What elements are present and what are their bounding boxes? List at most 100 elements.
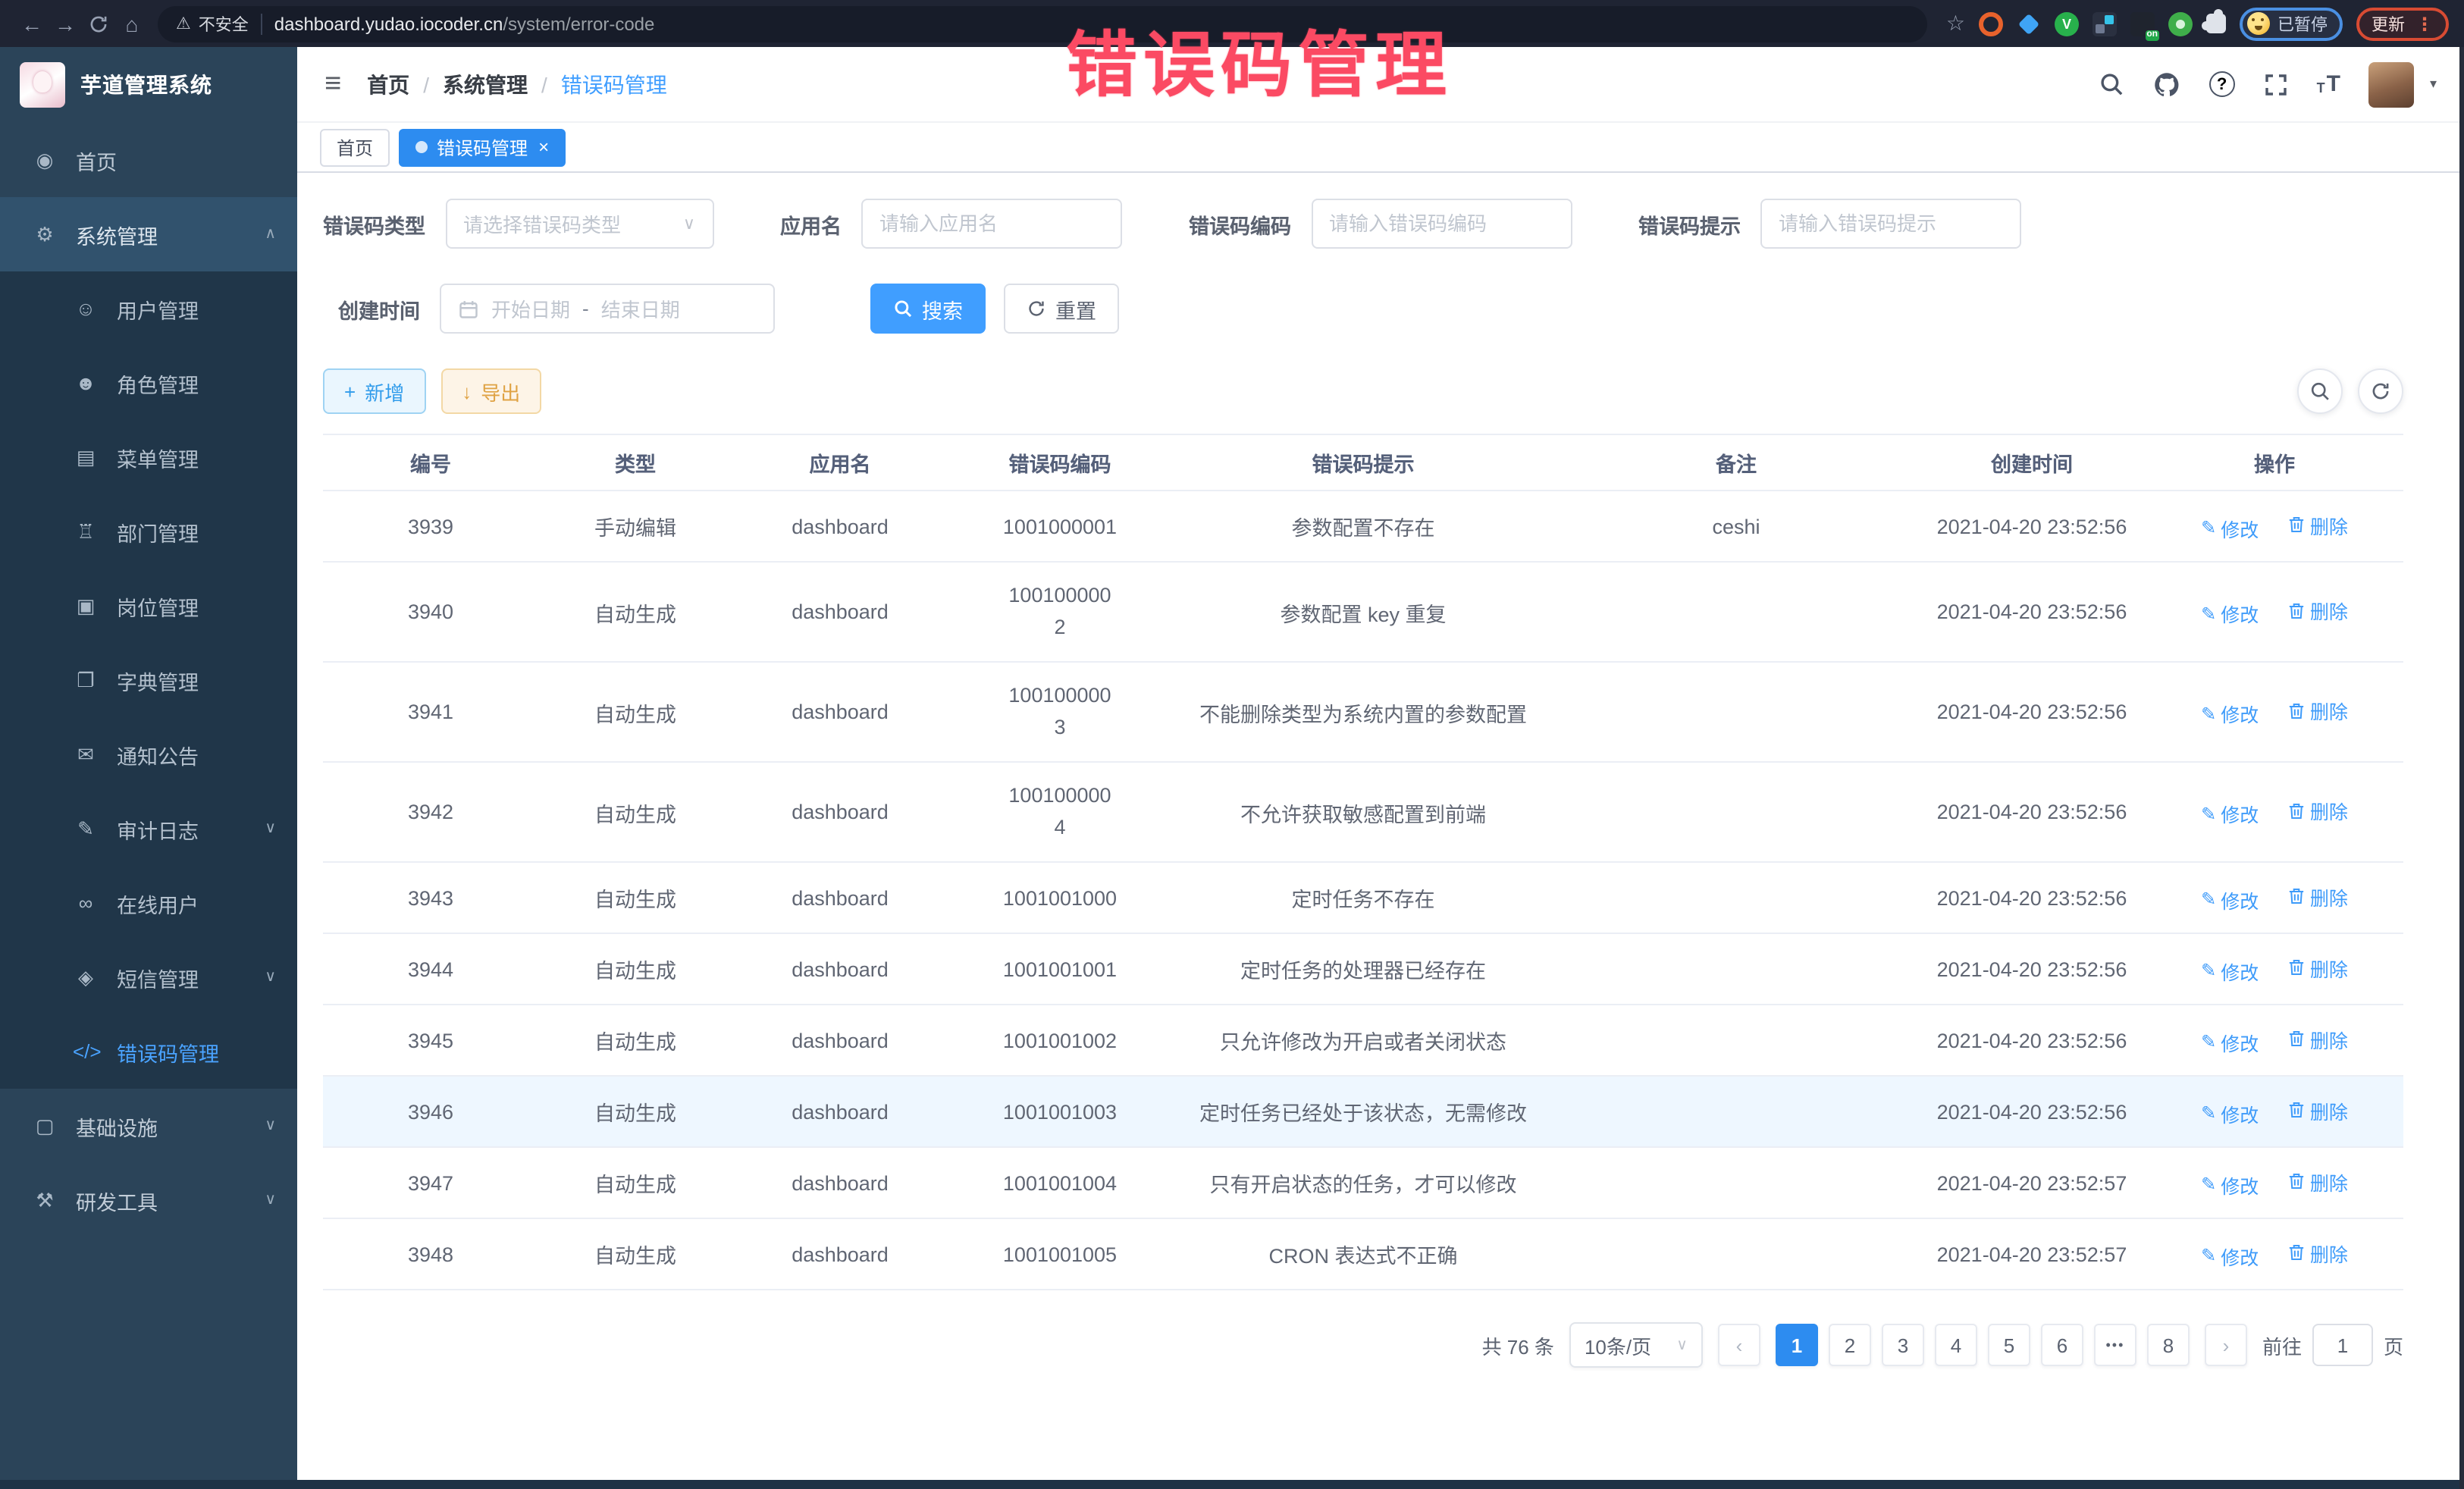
page-size-select[interactable]: 10条/页 ∨	[1569, 1322, 1703, 1368]
address-bar[interactable]: ⚠ 不安全 dashboard.yudao.iocoder.cn/system/…	[158, 5, 1928, 42]
delete-link[interactable]: 删除	[2289, 882, 2348, 911]
error-type-select[interactable]: 请选择错误码类型 ∨	[445, 199, 713, 249]
sidebar-item[interactable]: ✉ 通知公告	[0, 717, 297, 792]
export-button[interactable]: ↓ 导出	[440, 368, 541, 414]
delete-link[interactable]: 删除	[2289, 1096, 2348, 1124]
table-row: 3945 自动生成 dashboard 1001001002 只允许修改为开启或…	[323, 1005, 2403, 1076]
edit-link[interactable]: ✎修改	[2201, 885, 2259, 914]
page-button[interactable]: 3	[1882, 1324, 1924, 1366]
sidebar-item[interactable]: ⚒ 研发工具 ∨	[0, 1163, 297, 1237]
extension-icon-green-v[interactable]: V	[2055, 11, 2079, 36]
date-range-picker[interactable]: 开始日期 - 结束日期	[440, 284, 775, 334]
goto-page-input[interactable]	[2312, 1324, 2373, 1366]
edit-link[interactable]: ✎修改	[2201, 699, 2259, 728]
breadcrumb-home[interactable]: 首页	[367, 69, 409, 99]
user-avatar[interactable]	[2369, 61, 2415, 107]
edit-link[interactable]: ✎修改	[2201, 956, 2259, 985]
font-size-icon[interactable]: TT	[2317, 73, 2340, 96]
caret-down-icon[interactable]: ▾	[2430, 76, 2437, 92]
fullscreen-icon[interactable]	[2264, 72, 2288, 96]
error-code-table: 编号类型应用名错误码编码错误码提示备注创建时间操作 3939 手动编辑 dash…	[323, 434, 2403, 1290]
page-button[interactable]: 2	[1829, 1324, 1871, 1366]
github-icon[interactable]	[2153, 71, 2180, 98]
sidebar-item[interactable]: ◉ 首页	[0, 123, 297, 197]
cell-actions: ✎修改 删除	[2146, 1218, 2403, 1290]
search-icon	[2309, 381, 2331, 402]
page-button[interactable]: 6	[2041, 1324, 2083, 1366]
column-header: 备注	[1554, 434, 1918, 491]
page-button[interactable]: 1	[1776, 1324, 1818, 1366]
tab-error-code[interactable]: 错误码管理 ×	[399, 128, 566, 166]
extension-icon-green-dot[interactable]	[2168, 11, 2193, 36]
error-code-input[interactable]	[1311, 199, 1572, 249]
search-button[interactable]: 搜索	[870, 284, 986, 334]
bookmark-star-icon[interactable]: ☆	[1946, 11, 1965, 36]
back-icon[interactable]: ←	[15, 7, 49, 40]
extension-icon-gem[interactable]	[2017, 11, 2041, 36]
extension-icon-orange[interactable]	[1979, 11, 2003, 36]
sidebar-item[interactable]: ∞ 在线用户	[0, 866, 297, 940]
sidebar-item[interactable]: ▣ 岗位管理	[0, 569, 297, 643]
sidebar-item[interactable]: ✎ 审计日志 ∨	[0, 792, 297, 866]
delete-link[interactable]: 删除	[2289, 796, 2348, 825]
help-icon[interactable]: ?	[2209, 71, 2235, 97]
url-host: dashboard.yudao.iocoder.cn	[274, 13, 503, 34]
delete-link[interactable]: 删除	[2289, 510, 2348, 539]
edit-link[interactable]: ✎修改	[2201, 1027, 2259, 1056]
sidebar-item[interactable]: </> 错误码管理	[0, 1014, 297, 1089]
home-icon[interactable]: ⌂	[115, 7, 149, 40]
delete-link[interactable]: 删除	[2289, 696, 2348, 725]
edit-link[interactable]: ✎修改	[2201, 799, 2259, 828]
extension-icon-grid[interactable]	[2093, 11, 2117, 36]
page-content: 错误码类型 请选择错误码类型 ∨ 应用名 错误码编码	[297, 173, 2464, 1480]
edit-link[interactable]: ✎修改	[2201, 513, 2259, 542]
add-button[interactable]: + 新增	[323, 368, 425, 414]
reset-button[interactable]: 重置	[1004, 284, 1119, 334]
sidebar-item[interactable]: ☺ 用户管理	[0, 271, 297, 346]
reload-icon[interactable]	[82, 7, 115, 40]
page-button[interactable]: 5	[1988, 1324, 2030, 1366]
delete-link[interactable]: 删除	[2289, 596, 2348, 625]
sidebar-item[interactable]: ▢ 基础设施 ∨	[0, 1089, 297, 1163]
refresh-table-button[interactable]	[2358, 368, 2403, 414]
search-icon[interactable]	[2099, 71, 2124, 97]
sidebar-item[interactable]: ▤ 菜单管理	[0, 420, 297, 494]
cell-created-time: 2021-04-20 23:52:56	[1918, 1005, 2146, 1076]
page-button[interactable]: 4	[1935, 1324, 1977, 1366]
edit-link[interactable]: ✎修改	[2201, 599, 2259, 628]
extension-icon-on-badge[interactable]	[2130, 11, 2155, 36]
sidebar-item[interactable]: ◈ 短信管理 ∨	[0, 940, 297, 1014]
sidebar-item[interactable]: ♖ 部门管理	[0, 494, 297, 569]
delete-link[interactable]: 删除	[2289, 1167, 2348, 1196]
tab-home[interactable]: 首页	[320, 128, 390, 166]
delete-link[interactable]: 删除	[2289, 1238, 2348, 1267]
app-name-input[interactable]	[861, 199, 1122, 249]
delete-link[interactable]: 删除	[2289, 1024, 2348, 1053]
sidebar-item[interactable]: ❐ 字典管理	[0, 643, 297, 717]
edit-pencil-icon: ✎	[2201, 1031, 2216, 1052]
app-logo-row[interactable]: 芋道管理系统	[0, 47, 297, 123]
browser-menu-icon[interactable]: ⋮	[2415, 13, 2434, 34]
sidebar-item[interactable]: ⚙ 系统管理 ∧	[0, 197, 297, 271]
error-code-icon: </>	[73, 1040, 99, 1063]
page-button[interactable]: 8	[2147, 1324, 2190, 1366]
cell-id: 3942	[323, 762, 538, 862]
edit-link[interactable]: ✎修改	[2201, 1170, 2259, 1199]
tab-close-icon[interactable]: ×	[538, 136, 549, 158]
profile-chip[interactable]: 已暂停	[2240, 7, 2343, 40]
next-page-button[interactable]: ›	[2205, 1324, 2247, 1366]
forward-icon[interactable]: →	[49, 7, 82, 40]
update-chip[interactable]: 更新 ⋮	[2356, 7, 2449, 40]
edit-link[interactable]: ✎修改	[2201, 1241, 2259, 1270]
show-search-button[interactable]	[2297, 368, 2343, 414]
page-button[interactable]: •••	[2094, 1324, 2136, 1366]
divider	[261, 13, 262, 34]
sidebar-item[interactable]: ☻ 角色管理	[0, 346, 297, 420]
extensions-puzzle-icon[interactable]	[2206, 14, 2226, 33]
breadcrumb-system[interactable]: 系统管理	[443, 69, 528, 99]
delete-link[interactable]: 删除	[2289, 953, 2348, 982]
edit-link[interactable]: ✎修改	[2201, 1099, 2259, 1127]
prev-page-button[interactable]: ‹	[1718, 1324, 1760, 1366]
hamburger-icon[interactable]: ≡	[324, 67, 341, 101]
error-msg-input[interactable]	[1760, 199, 2021, 249]
